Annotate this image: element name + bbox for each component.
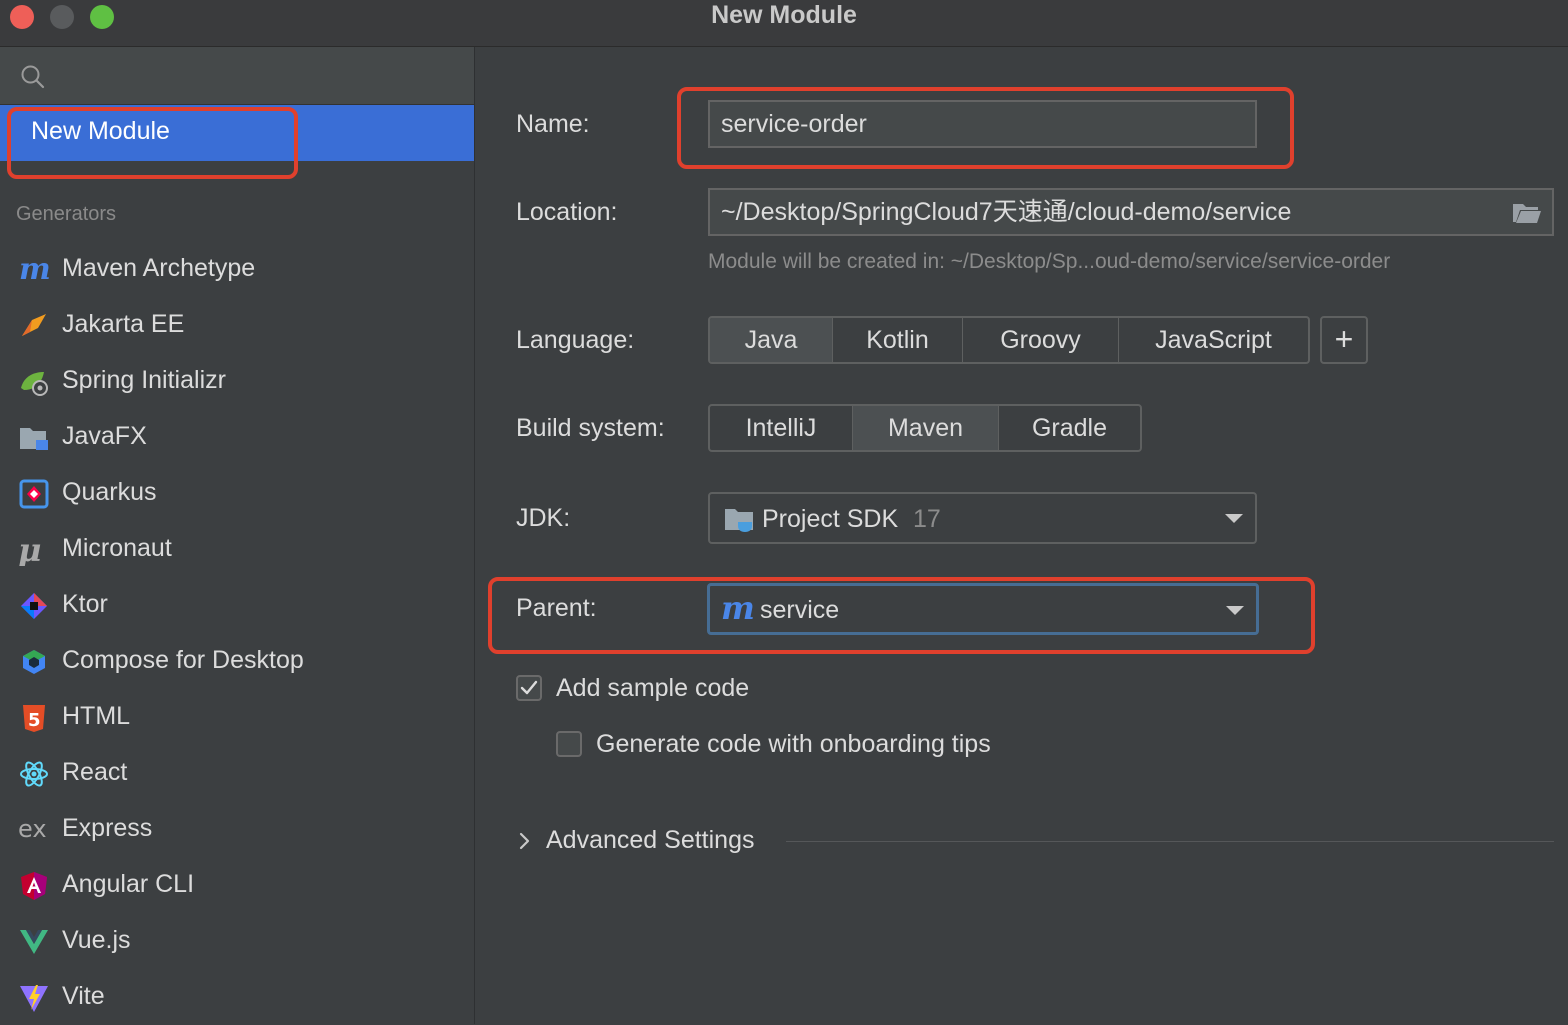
location-field[interactable]: ~/Desktop/SpringCloud7天速通/cloud-demo/ser… xyxy=(708,188,1554,236)
sidebar-item-vite[interactable]: Vite xyxy=(0,969,474,1025)
sidebar-item-label: Ktor xyxy=(62,590,108,618)
sidebar-item-micronaut[interactable]: μ Micronaut xyxy=(0,521,474,577)
jdk-name: Project SDK xyxy=(762,505,899,533)
html5-icon: 5 xyxy=(23,705,45,732)
build-system-selector: IntelliJ Maven Gradle xyxy=(708,404,1142,452)
compose-icon xyxy=(23,650,45,674)
name-value: service-order xyxy=(721,110,867,138)
javafx-folder-icon xyxy=(20,428,48,450)
react-icon xyxy=(20,761,48,787)
location-value: ~/Desktop/SpringCloud7天速通/cloud-demo/ser… xyxy=(721,198,1292,226)
sidebar-item-jakarta-ee[interactable]: Jakarta EE xyxy=(0,297,474,353)
svg-text:ex: ex xyxy=(18,815,47,843)
sdk-folder-icon xyxy=(725,509,753,532)
build-system-label: Build system: xyxy=(516,414,665,442)
express-icon: ex xyxy=(18,815,47,843)
sidebar-item-label: JavaFX xyxy=(62,422,147,450)
parent-value: service xyxy=(760,596,840,624)
sidebar-item-javafx[interactable]: JavaFX xyxy=(0,409,474,465)
location-label: Location: xyxy=(516,198,618,226)
sidebar-search[interactable] xyxy=(0,47,474,105)
add-language-button[interactable]: + xyxy=(1320,316,1368,364)
sidebar-item-new-module[interactable]: New Module xyxy=(0,105,474,161)
generators-list: m Maven Archetype Jakarta EE Spring Init… xyxy=(0,241,474,1025)
sidebar-item-spring-initializr[interactable]: Spring Initializr xyxy=(0,353,474,409)
svg-text:μ: μ xyxy=(18,534,41,566)
angular-icon xyxy=(21,872,47,900)
language-option-groovy[interactable]: Groovy xyxy=(963,318,1119,362)
sidebar-item-html[interactable]: 5 HTML xyxy=(0,689,474,745)
sidebar-item-label: Compose for Desktop xyxy=(62,646,304,674)
build-option-intellij[interactable]: IntelliJ xyxy=(710,406,853,450)
chevron-right-icon[interactable] xyxy=(518,831,532,851)
vite-icon xyxy=(20,985,48,1012)
advanced-settings-divider xyxy=(786,841,1554,842)
ktor-icon xyxy=(21,593,47,619)
sidebar-item-quarkus[interactable]: Quarkus xyxy=(0,465,474,521)
language-label: Language: xyxy=(516,326,635,354)
chevron-down-icon xyxy=(1225,514,1243,523)
folder-browse-icon[interactable] xyxy=(1512,201,1542,225)
sidebar-item-label: React xyxy=(62,758,128,786)
jdk-version: 17 xyxy=(913,505,941,533)
checkmark-icon xyxy=(520,680,538,695)
name-label: Name: xyxy=(516,110,590,138)
window-title: New Module xyxy=(711,1,857,29)
advanced-settings-toggle[interactable]: Advanced Settings xyxy=(546,826,754,855)
sidebar-item-label: Micronaut xyxy=(62,534,172,562)
language-selector: Java Kotlin Groovy JavaScript xyxy=(708,316,1310,364)
parent-label: Parent: xyxy=(516,594,597,622)
sidebar-item-maven-archetype[interactable]: m Maven Archetype xyxy=(0,241,474,297)
location-hint: Module will be created in: ~/Desktop/Sp.… xyxy=(708,250,1391,273)
build-option-maven[interactable]: Maven xyxy=(853,406,999,450)
chevron-down-icon xyxy=(1226,606,1244,615)
micronaut-icon: μ xyxy=(18,534,41,566)
onboarding-tips-label: Generate code with onboarding tips xyxy=(596,730,991,758)
name-field[interactable]: service-order xyxy=(708,100,1257,148)
build-option-gradle[interactable]: Gradle xyxy=(999,406,1140,450)
quarkus-icon xyxy=(19,479,49,509)
svg-text:m: m xyxy=(19,254,50,286)
spring-icon xyxy=(21,372,48,396)
sidebar-item-label: Spring Initializr xyxy=(62,366,226,394)
sidebar-item-label: New Module xyxy=(31,117,170,145)
vue-icon xyxy=(20,930,48,954)
add-sample-code-label: Add sample code xyxy=(556,674,750,702)
sidebar-item-label: Vue.js xyxy=(62,926,131,954)
sidebar-item-label: Angular CLI xyxy=(62,870,195,898)
sidebar-item-vuejs[interactable]: Vue.js xyxy=(0,913,474,969)
sidebar-item-label: HTML xyxy=(62,702,131,730)
module-form: Name: service-order Location: ~/Desktop/… xyxy=(475,47,1568,1024)
sidebar-item-label: Jakarta EE xyxy=(62,310,185,338)
onboarding-tips-checkbox[interactable] xyxy=(556,731,582,757)
section-generators: Generators xyxy=(16,203,117,225)
sidebar-item-react[interactable]: React xyxy=(0,745,474,801)
sidebar-item-label: Express xyxy=(62,814,153,842)
add-sample-code-checkbox[interactable] xyxy=(516,675,542,701)
sidebar-item-compose-for-desktop[interactable]: Compose for Desktop xyxy=(0,633,474,689)
sidebar: New Module Generators m Maven Archetype … xyxy=(0,47,475,1024)
jakarta-ee-icon xyxy=(22,314,46,336)
language-option-kotlin[interactable]: Kotlin xyxy=(833,318,963,362)
search-icon xyxy=(21,65,45,89)
sidebar-item-ktor[interactable]: Ktor xyxy=(0,577,474,633)
sidebar-item-label: Maven Archetype xyxy=(62,254,256,282)
sidebar-item-label: Vite xyxy=(62,982,105,1010)
sidebar-item-label: Quarkus xyxy=(62,478,157,506)
language-option-javascript[interactable]: JavaScript xyxy=(1119,318,1308,362)
svg-text:m: m xyxy=(721,592,754,626)
language-option-java[interactable]: Java xyxy=(710,318,833,362)
maven-icon: m xyxy=(721,592,754,626)
parent-dropdown[interactable]: m service xyxy=(707,583,1259,635)
svg-text:5: 5 xyxy=(28,710,41,731)
sidebar-item-angular-cli[interactable]: Angular CLI xyxy=(0,857,474,913)
sidebar-item-express[interactable]: ex Express xyxy=(0,801,474,857)
jdk-label: JDK: xyxy=(516,504,571,532)
title-bar: New Module xyxy=(0,0,1568,47)
jdk-dropdown[interactable]: Project SDK 17 xyxy=(708,492,1257,544)
maven-icon: m xyxy=(19,254,50,286)
